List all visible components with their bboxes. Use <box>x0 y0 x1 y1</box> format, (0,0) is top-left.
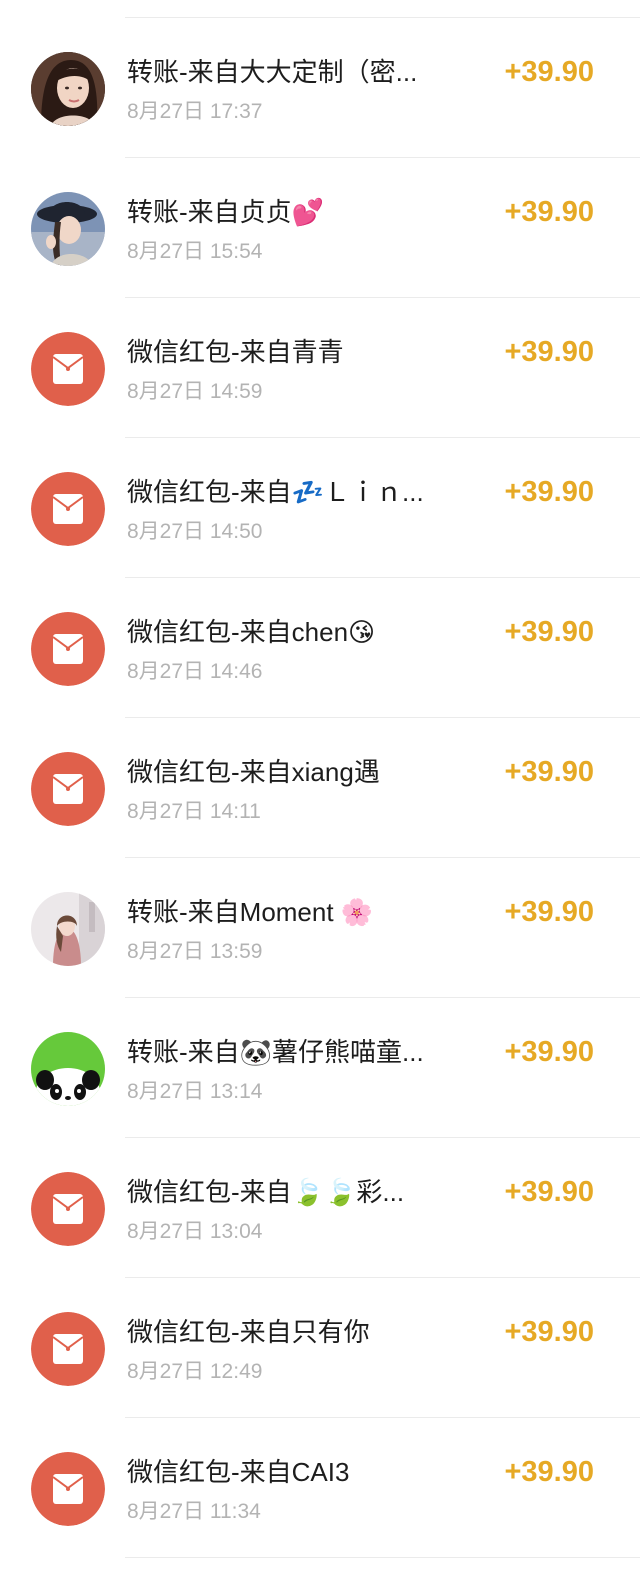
transaction-row[interactable]: 转账-来自贞贞💕 8月27日 15:54 +39.90 <box>0 158 640 298</box>
red-packet-icon <box>31 332 105 406</box>
transaction-row[interactable]: 微信红包-来自xiang遇 8月27日 14:11 +39.90 <box>0 718 640 858</box>
transaction-time: 8月27日 11:34 <box>127 1500 261 1523</box>
transaction-amount: +39.90 <box>504 1316 594 1348</box>
transaction-amount: +39.90 <box>504 56 594 88</box>
transaction-time: 8月27日 13:14 <box>127 1080 263 1103</box>
transaction-title: 微信红包-来自🍃🍃彩... <box>127 1177 405 1207</box>
transaction-title: 微信红包-来自CAI3 <box>127 1457 350 1487</box>
transaction-time: 8月27日 14:50 <box>127 520 263 543</box>
transaction-amount: +39.90 <box>504 756 594 788</box>
avatar <box>31 892 105 966</box>
transaction-row[interactable]: 微信红包-来自青青 8月27日 14:59 +39.90 <box>0 298 640 438</box>
red-packet-icon <box>31 472 105 546</box>
transaction-amount: +39.90 <box>504 336 594 368</box>
transaction-row[interactable]: 微信红包-来自只有你 8月27日 12:49 +39.90 <box>0 1278 640 1418</box>
transaction-row[interactable]: 微信红包-来自CAI3 8月27日 11:34 +39.90 <box>0 1418 640 1558</box>
transaction-title: 微信红包-来自xiang遇 <box>127 757 380 787</box>
transaction-row[interactable]: 微信红包-来自chen😘 8月27日 14:46 +39.90 <box>0 578 640 718</box>
transaction-title: 微信红包-来自chen😘 <box>127 617 376 647</box>
transaction-time: 8月27日 12:49 <box>127 1360 263 1383</box>
transaction-title: 转账-来自Moment 🌸 <box>127 897 374 927</box>
transaction-row[interactable]: 转账-来自🐼薯仔熊喵童... 8月27日 13:14 +39.90 <box>0 998 640 1138</box>
red-packet-icon <box>31 752 105 826</box>
transaction-time: 8月27日 15:54 <box>127 240 263 263</box>
transaction-title: 微信红包-来自青青 <box>127 337 344 367</box>
transaction-title: 微信红包-来自💤Ｌｉｎ... <box>127 477 424 507</box>
transaction-time: 8月27日 14:46 <box>127 660 263 683</box>
transaction-amount: +39.90 <box>504 1036 594 1068</box>
transaction-time: 8月27日 13:59 <box>127 940 263 963</box>
red-packet-icon <box>31 612 105 686</box>
transaction-title: 转账-来自贞贞💕 <box>127 197 325 227</box>
transaction-row[interactable]: 转账-来自Moment 🌸 8月27日 13:59 +39.90 <box>0 858 640 998</box>
transaction-amount: +39.90 <box>504 1176 594 1208</box>
transaction-amount: +39.90 <box>504 1456 594 1488</box>
transaction-time: 8月27日 13:04 <box>127 1220 263 1243</box>
transaction-title: 转账-来自大大定制（密... <box>127 57 418 87</box>
transaction-time: 8月27日 14:11 <box>127 800 261 823</box>
transaction-row[interactable]: 微信红包-来自🍃🍃彩... 8月27日 13:04 +39.90 <box>0 1138 640 1278</box>
red-packet-icon <box>31 1452 105 1526</box>
transaction-amount: +39.90 <box>504 476 594 508</box>
transaction-amount: +39.90 <box>504 196 594 228</box>
transaction-title: 微信红包-来自只有你 <box>127 1317 370 1347</box>
transaction-time: 8月27日 17:37 <box>127 100 263 123</box>
red-packet-icon <box>31 1312 105 1386</box>
transaction-row[interactable]: 转账-来自大大定制（密... 8月27日 17:37 +39.90 <box>0 18 640 158</box>
red-packet-icon <box>31 1172 105 1246</box>
transaction-amount: +39.90 <box>504 896 594 928</box>
row-divider <box>125 1557 640 1558</box>
transaction-time: 8月27日 14:59 <box>127 380 263 403</box>
transaction-amount: +39.90 <box>504 616 594 648</box>
avatar <box>31 52 105 126</box>
avatar <box>31 192 105 266</box>
transaction-title: 转账-来自🐼薯仔熊喵童... <box>127 1037 424 1067</box>
transaction-row[interactable]: 微信红包-来自💤Ｌｉｎ... 8月27日 14:50 +39.90 <box>0 438 640 578</box>
avatar <box>31 1032 105 1106</box>
